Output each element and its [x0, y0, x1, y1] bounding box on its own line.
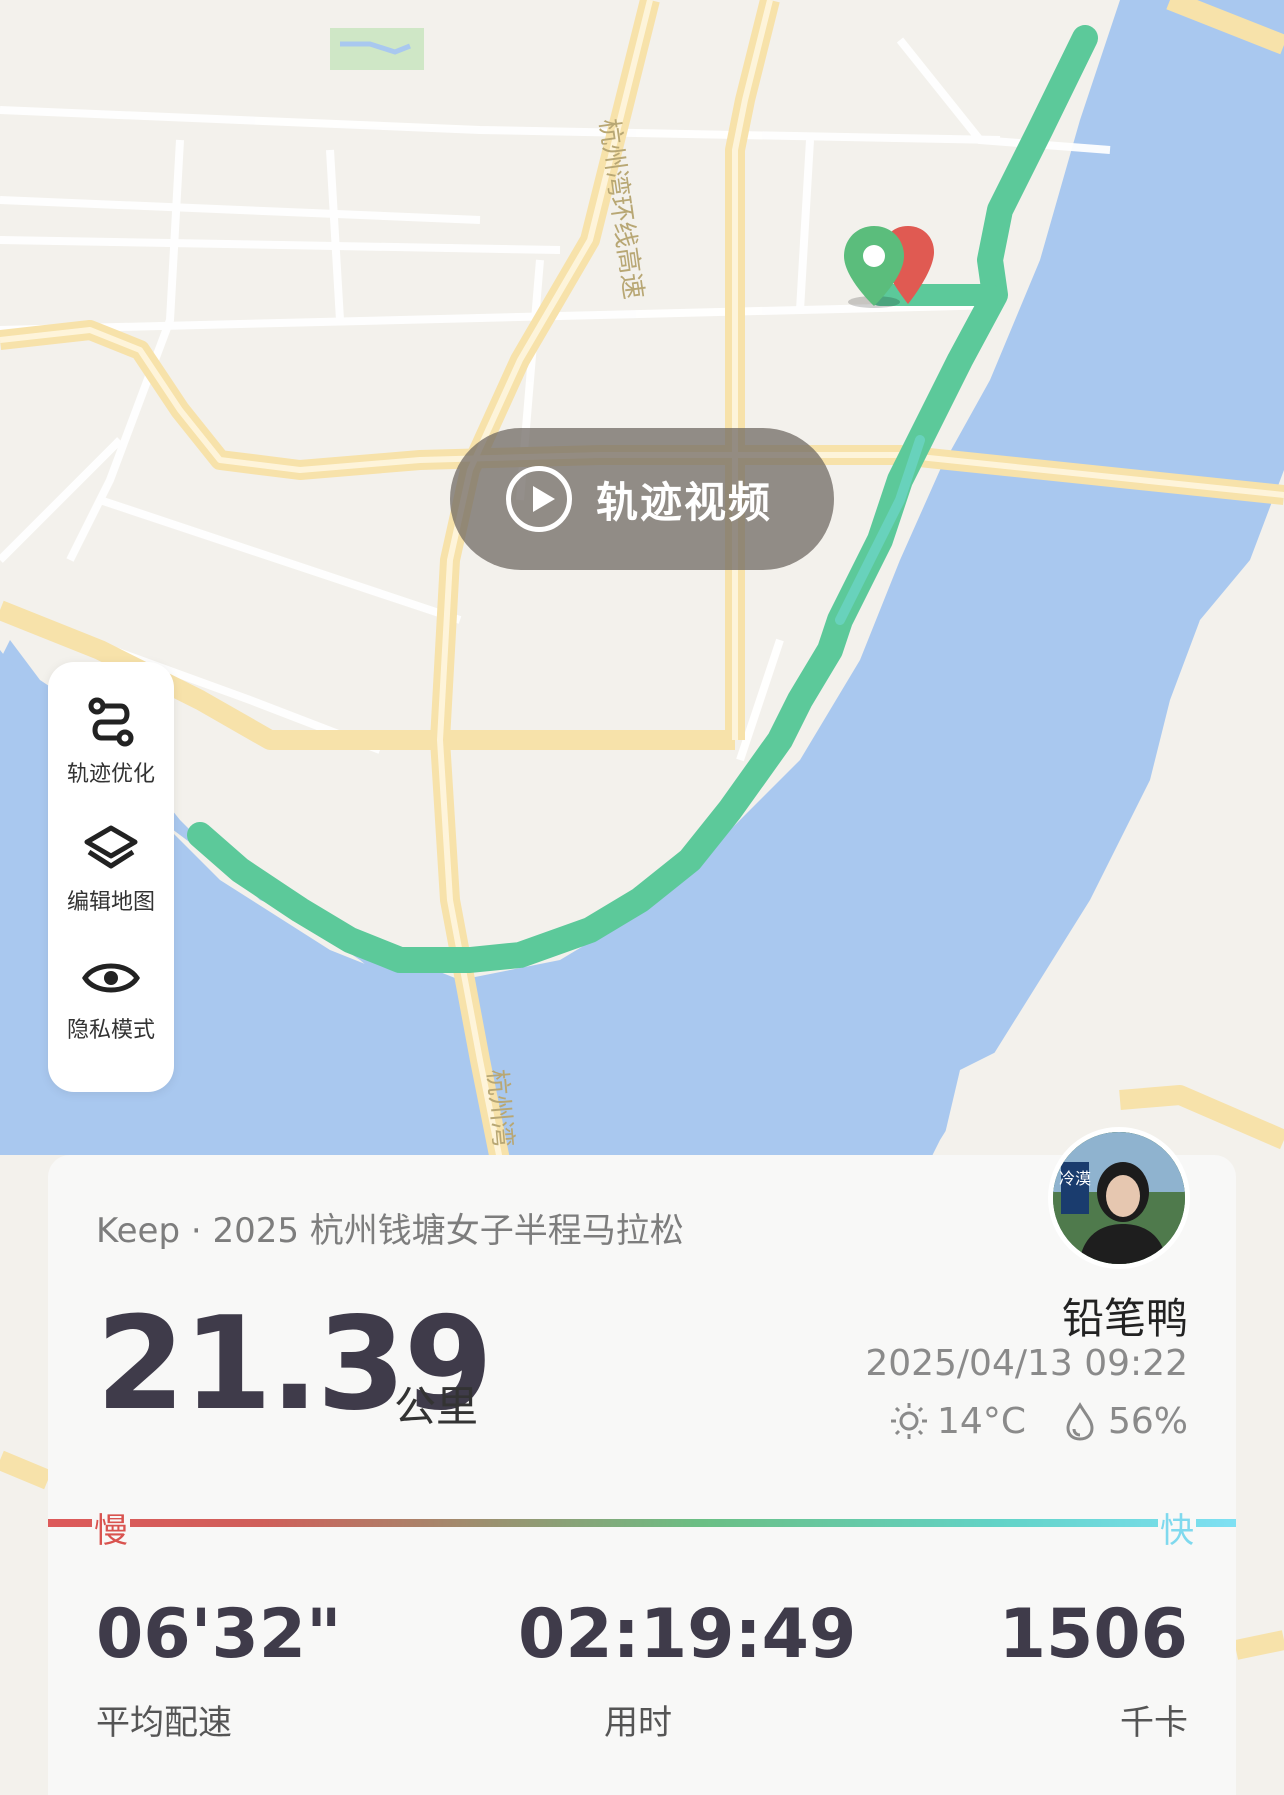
- calories-label: 千卡: [1120, 1703, 1188, 1743]
- distance-unit: 公里: [394, 1382, 479, 1431]
- run-datetime: 2025/04/13 09:22: [865, 1343, 1188, 1384]
- duration-value: 02:19:49: [518, 1595, 857, 1674]
- eye-icon: [82, 963, 140, 993]
- avg-pace-value: 06'32": [96, 1595, 342, 1674]
- avg-pace-label: 平均配速: [96, 1703, 232, 1743]
- track-video-label: 轨迹视频: [596, 477, 773, 527]
- temperature: 14°C: [937, 1400, 1026, 1442]
- tool-label: 轨迹优化: [66, 762, 155, 787]
- tool-edit-map[interactable]: 编辑地图: [48, 820, 174, 916]
- map-tool-panel: 轨迹优化 编辑地图 隐私模式: [48, 662, 174, 1092]
- play-icon: [506, 466, 572, 532]
- avatar-badge: 冷漠: [1059, 1169, 1091, 1188]
- tool-label: 隐私模式: [66, 1018, 155, 1043]
- tool-label: 编辑地图: [66, 890, 155, 915]
- tool-privacy-mode[interactable]: 隐私模式: [48, 948, 174, 1044]
- avatar[interactable]: 冷漠: [1048, 1127, 1190, 1269]
- slow-label: 慢: [92, 1503, 130, 1552]
- humidity-icon: [1066, 1402, 1094, 1441]
- event-title: Keep · 2025 杭州钱塘女子半程马拉松: [96, 1211, 684, 1251]
- avatar-image: 冷漠: [1053, 1132, 1185, 1264]
- user-name: 铅笔鸭: [1061, 1294, 1188, 1343]
- track-video-button[interactable]: 轨迹视频: [450, 428, 834, 570]
- pace-gradient-bar: [48, 1519, 1236, 1527]
- route-optimize-icon: [88, 697, 134, 747]
- run-summary-card: Keep · 2025 杭州钱塘女子半程马拉松 21.39 公里 冷漠 铅笔鸭 …: [48, 1127, 1236, 1795]
- duration-label: 用时: [604, 1703, 672, 1743]
- sun-icon: [891, 1403, 928, 1439]
- tool-route-optimize[interactable]: 轨迹优化: [48, 692, 174, 788]
- fast-label: 快: [1158, 1503, 1196, 1552]
- humidity: 56%: [1107, 1400, 1188, 1442]
- layers-icon: [84, 825, 138, 869]
- start-marker-icon[interactable]: [840, 224, 908, 310]
- weather-row: 14°C 56%: [887, 1399, 1188, 1443]
- calories-value: 1506: [998, 1595, 1188, 1674]
